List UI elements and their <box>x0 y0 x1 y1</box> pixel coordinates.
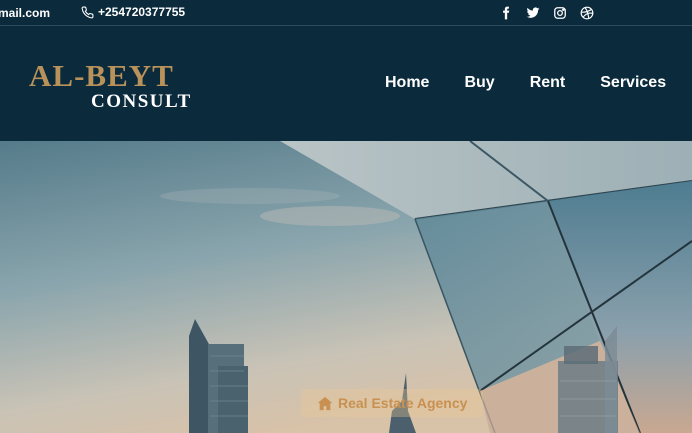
phone-link[interactable]: +254720377755 <box>81 5 185 19</box>
social-links <box>498 5 594 20</box>
nav-item-buy[interactable]: Buy <box>464 74 494 92</box>
nav-item-services[interactable]: Services <box>600 74 666 92</box>
phone-number: +254720377755 <box>98 5 186 19</box>
hero-section: Real Estate Agency <box>0 141 692 433</box>
main-nav: Home Buy Rent Services <box>385 74 666 92</box>
logo-text-primary: AL-BEYT <box>29 58 174 93</box>
hero-badge: Real Estate Agency <box>301 389 484 417</box>
nav-item-rent[interactable]: Rent <box>530 74 566 92</box>
site-logo[interactable]: AL-BEYT CONSULT <box>29 60 204 112</box>
twitter-icon[interactable] <box>525 5 540 20</box>
instagram-icon[interactable] <box>552 5 567 20</box>
nav-item-home[interactable]: Home <box>385 74 429 92</box>
phone-icon <box>81 6 94 18</box>
dribbble-icon[interactable] <box>579 5 594 20</box>
facebook-icon[interactable] <box>498 5 513 20</box>
email-link[interactable]: mail.com <box>0 6 50 20</box>
hero-badge-text: Real Estate Agency <box>338 395 468 411</box>
site-header: AL-BEYT CONSULT Home Buy Rent Services <box>0 27 692 141</box>
logo-text-secondary: CONSULT <box>91 91 192 112</box>
home-icon <box>317 396 333 410</box>
top-bar: mail.com +254720377755 <box>0 0 692 26</box>
